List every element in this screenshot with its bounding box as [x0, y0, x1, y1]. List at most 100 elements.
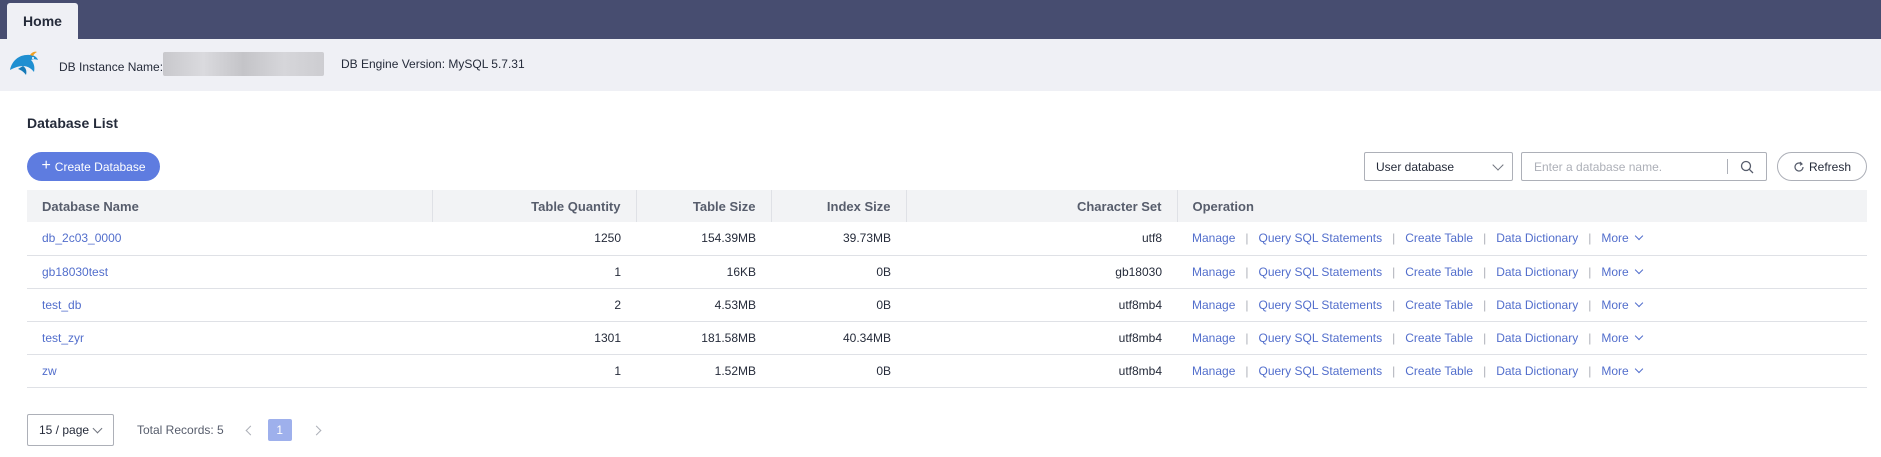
manage-link-label: Manage	[1192, 330, 1236, 345]
more-menu[interactable]: More	[1601, 298, 1643, 312]
database-name-cell: zw	[27, 354, 432, 388]
more-menu[interactable]: More	[1601, 364, 1643, 378]
header-index-size: Index Size	[771, 190, 907, 222]
create-table-link[interactable]: Create Table	[1405, 364, 1473, 378]
engine-version: DB Engine Version: MySQL 5.7.31	[341, 57, 525, 71]
index-size-cell: 0B	[771, 354, 906, 388]
index-size-cell: 0B	[771, 288, 906, 322]
header-table-quantity: Table Quantity	[432, 190, 637, 222]
database-name-link[interactable]: db_2c03_0000	[42, 231, 121, 245]
search-box	[1521, 152, 1767, 181]
header-character-set: Character Set	[906, 190, 1178, 222]
more-menu[interactable]: More	[1601, 231, 1643, 246]
operation-separator: |	[1392, 264, 1396, 279]
chevron-down-icon	[1634, 265, 1643, 274]
operation-separator: |	[1588, 297, 1592, 312]
table-quantity-cell: 1301	[432, 321, 636, 355]
create-table-link[interactable]: Create Table	[1405, 231, 1473, 245]
manage-link[interactable]: Manage	[1192, 298, 1235, 312]
create-database-label: Create Database	[54, 159, 146, 174]
header-table-size: Table Size	[636, 190, 772, 222]
table-size-cell: 154.39MB	[636, 222, 771, 256]
operation-separator: |	[1392, 231, 1396, 246]
next-page-icon[interactable]	[312, 424, 324, 436]
create-table-link[interactable]: Create Table	[1405, 331, 1473, 345]
mysql-dolphin-icon	[10, 51, 38, 75]
create-table-link[interactable]: Create Table	[1405, 265, 1473, 279]
table-size-cell: 16KB	[726, 264, 756, 279]
table-size-cell: 4.53MB	[714, 297, 756, 312]
table-size-cell: 154.39MB	[701, 231, 756, 246]
data-dictionary-link[interactable]: Data Dictionary	[1496, 265, 1578, 279]
previous-page-icon[interactable]	[244, 424, 256, 436]
create-database-button[interactable]: + Create Database	[27, 152, 160, 181]
data-dictionary-link[interactable]: Data Dictionary	[1496, 231, 1578, 245]
refresh-button[interactable]: Refresh	[1777, 152, 1867, 181]
manage-link-label: Manage	[1192, 231, 1236, 246]
database-name-link[interactable]: test_zyr	[42, 331, 84, 345]
table-size-cell: 181.58MB	[636, 321, 771, 355]
database-name-link[interactable]: gb18030test	[42, 265, 108, 279]
page-number-current[interactable]: 1	[267, 419, 292, 441]
table-quantity-cell: 1301	[594, 330, 621, 345]
index-size-cell: 40.34MB	[771, 321, 906, 355]
character-set-cell: utf8mb4	[906, 354, 1177, 388]
table-quantity-cell: 1	[614, 264, 621, 279]
manage-link[interactable]: Manage	[1192, 231, 1235, 245]
database-name-link[interactable]: test_db	[42, 298, 81, 312]
query-sql-link[interactable]: Query SQL Statements	[1259, 231, 1383, 245]
search-input[interactable]	[1522, 153, 1727, 180]
more-menu[interactable]: More	[1601, 331, 1643, 345]
operation-separator: |	[1588, 330, 1592, 345]
operation-separator: |	[1483, 330, 1487, 345]
operation-separator: |	[1245, 330, 1249, 345]
data-dictionary-link[interactable]: Data Dictionary	[1496, 331, 1578, 345]
table-row: db_2c03_0000 1250 154.39MB 39.73MB utf8 Manag…	[27, 222, 1867, 256]
manage-link-label: Manage	[1192, 363, 1236, 378]
data-dictionary-link-label: Data Dictionary	[1496, 297, 1579, 312]
create-table-link-label: Create Table	[1405, 297, 1474, 312]
create-table-link-label: Create Table	[1405, 330, 1474, 345]
chevron-down-icon	[1634, 232, 1643, 241]
database-type-value: User database	[1376, 159, 1455, 174]
table-quantity-cell: 1	[432, 255, 636, 289]
index-size-cell: 0B	[876, 363, 891, 378]
index-size-cell: 40.34MB	[842, 330, 891, 345]
manage-link[interactable]: Manage	[1192, 331, 1235, 345]
page-size-select[interactable]: 15 / page	[27, 414, 114, 446]
page-size-value: 15 / page	[39, 423, 90, 437]
operation-separator: |	[1483, 264, 1487, 279]
operation-cell: Manage | Query SQL Statements | Create Table…	[1177, 255, 1867, 289]
tab-home[interactable]: Home	[7, 3, 78, 39]
index-size-cell: 39.73MB	[842, 231, 891, 246]
table-row: gb18030test 1 16KB 0B gb18030 Manage | Query SQ…	[27, 255, 1867, 289]
database-name-link[interactable]: zw	[42, 364, 57, 378]
data-dictionary-link[interactable]: Data Dictionary	[1496, 364, 1578, 378]
manage-link[interactable]: Manage	[1192, 265, 1235, 279]
query-sql-link[interactable]: Query SQL Statements	[1259, 331, 1383, 345]
chevron-down-icon	[92, 423, 103, 434]
database-type-select[interactable]: User database	[1364, 152, 1513, 181]
more-menu[interactable]: More	[1601, 265, 1643, 279]
refresh-label: Refresh	[1808, 159, 1852, 174]
query-sql-link-label: Query SQL Statements	[1258, 363, 1383, 378]
query-sql-link-label: Query SQL Statements	[1258, 297, 1383, 312]
character-set-cell: utf8	[906, 222, 1177, 256]
create-table-link[interactable]: Create Table	[1405, 298, 1473, 312]
database-name-cell: db_2c03_0000	[27, 222, 432, 256]
operation-separator: |	[1483, 297, 1487, 312]
character-set-cell: gb18030	[906, 255, 1177, 289]
query-sql-link[interactable]: Query SQL Statements	[1259, 298, 1383, 312]
header-operation: Operation	[1177, 190, 1867, 222]
search-icon[interactable]	[1728, 153, 1766, 180]
create-table-link-label: Create Table	[1405, 264, 1474, 279]
query-sql-link[interactable]: Query SQL Statements	[1259, 364, 1383, 378]
data-dictionary-link[interactable]: Data Dictionary	[1496, 298, 1578, 312]
table-size-cell: 4.53MB	[636, 288, 771, 322]
query-sql-link[interactable]: Query SQL Statements	[1259, 265, 1383, 279]
more-menu-label: More	[1601, 231, 1629, 246]
character-set-cell: utf8	[1141, 231, 1162, 246]
manage-link[interactable]: Manage	[1192, 364, 1235, 378]
character-set-cell: utf8mb4	[1118, 363, 1162, 378]
operation-cell: Manage | Query SQL Statements | Create Table…	[1177, 288, 1867, 322]
